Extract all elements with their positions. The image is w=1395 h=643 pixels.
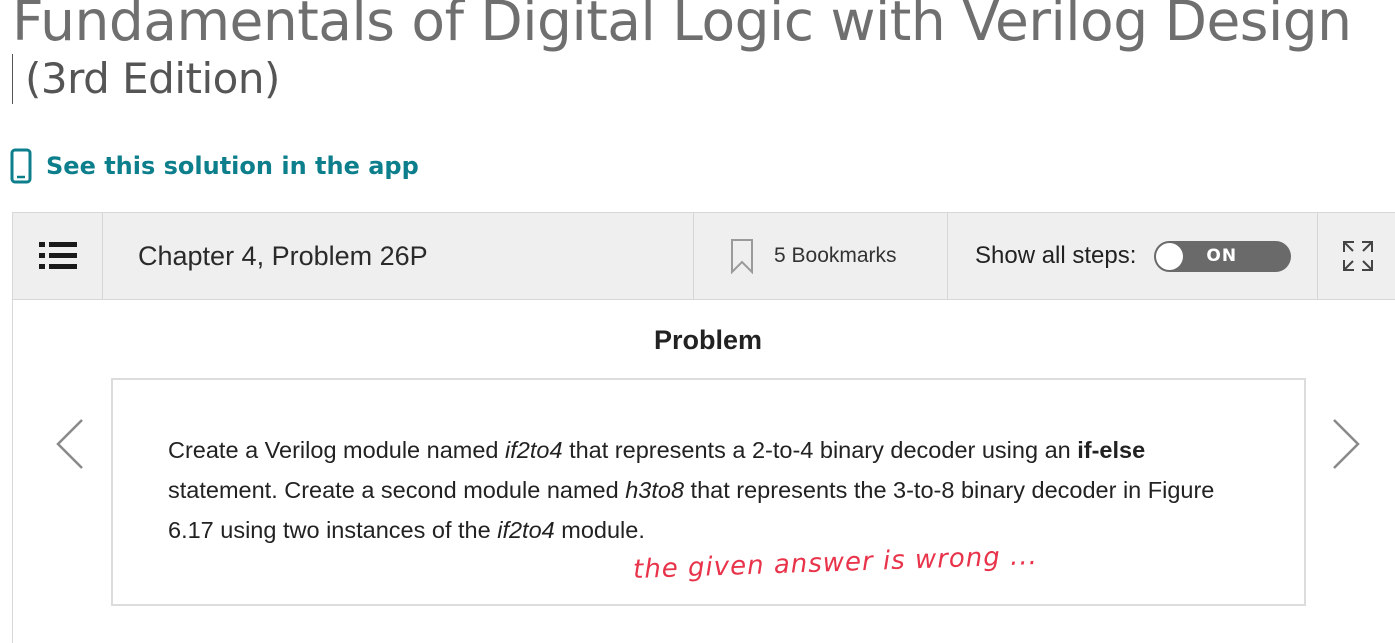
problem-heading: Problem — [653, 325, 763, 355]
show-steps-label: Show all steps: — [975, 242, 1137, 269]
problem-box: Create a Verilog module named if2to4 tha… — [111, 378, 1306, 606]
chapter-label: Chapter 4, Problem 26P — [103, 213, 694, 299]
see-solution-in-app-link[interactable]: See this solution in the app — [10, 148, 419, 184]
solution-toolbar: Chapter 4, Problem 26P 5 Bookmarks Show … — [12, 212, 1395, 300]
bookmark-icon — [731, 239, 753, 274]
problem-text-run: Create a Verilog module named — [168, 437, 506, 463]
problem-term: h3to8 — [625, 477, 685, 503]
bookmark-button[interactable]: 5 Bookmarks — [694, 213, 948, 299]
see-solution-label: See this solution in the app — [46, 152, 419, 180]
phone-icon — [10, 148, 32, 184]
problem-text-run: statement. Create a second module named — [168, 477, 626, 503]
previous-button[interactable] — [52, 418, 88, 470]
book-title: Fundamentals of Digital Logic with Veril… — [12, 0, 1392, 104]
book-title-line1: Fundamentals of Digital Logic with Veril… — [12, 0, 1352, 53]
toggle-knob — [1156, 242, 1184, 270]
show-steps-control: Show all steps: ON — [948, 213, 1318, 299]
list-icon — [38, 242, 77, 269]
toggle-state-label: ON — [1206, 245, 1238, 266]
expand-button[interactable] — [1318, 213, 1395, 299]
chevron-left-icon — [56, 419, 83, 469]
problem-statement: Create a Verilog module named if2to4 tha… — [168, 430, 1248, 550]
book-title-line2: (3rd Edition) — [12, 54, 280, 104]
problem-term: if2to4 — [497, 517, 555, 543]
problem-term: if2to4 — [505, 437, 563, 463]
problem-keyword: if-else — [1077, 437, 1146, 463]
bookmarks-count: 5 Bookmarks — [774, 244, 897, 267]
page: Fundamentals of Digital Logic with Veril… — [0, 0, 1395, 643]
show-steps-toggle[interactable]: ON — [1154, 240, 1292, 272]
chevron-right-icon — [1333, 419, 1360, 469]
problem-text-run: that represents a 2-to-4 binary decoder … — [562, 437, 1078, 463]
problem-text-run: module. — [554, 517, 645, 543]
expand-icon — [1343, 241, 1373, 271]
menu-button[interactable] — [13, 213, 103, 299]
next-button[interactable] — [1328, 418, 1364, 470]
